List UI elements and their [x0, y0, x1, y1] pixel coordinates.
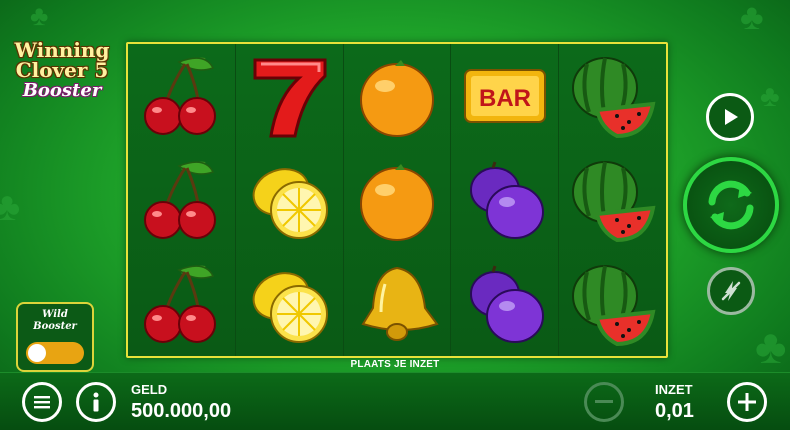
plus-icon — [738, 393, 756, 411]
lemon-icon — [252, 272, 329, 343]
bet-hint-text: PLAATS JE INZET — [350, 359, 440, 370]
orange-icon — [359, 60, 434, 137]
wild-booster-toggle[interactable] — [26, 342, 84, 364]
reel-symbol — [559, 252, 666, 356]
watermelon-icon — [571, 265, 656, 347]
minus-icon — [595, 400, 613, 403]
wild-booster-label-line-2: Booster — [33, 321, 77, 332]
balance-label: GELD — [131, 382, 168, 397]
reel-grid: BAR — [126, 42, 668, 358]
logo-line-1: Winning — [14, 38, 110, 62]
reel-symbol — [344, 44, 451, 148]
logo-line-3: Booster — [22, 80, 102, 101]
info-button[interactable] — [76, 382, 116, 422]
plum-icon — [469, 161, 544, 239]
reel-symbol — [344, 148, 451, 252]
play-icon — [725, 109, 738, 125]
autoplay-button[interactable] — [706, 93, 754, 141]
bar-icon: BAR — [463, 69, 546, 123]
watermelon-icon — [571, 161, 656, 243]
reel-symbol — [128, 44, 235, 148]
seven-icon — [253, 58, 327, 138]
wild-booster-panel: Wild Booster — [16, 302, 94, 372]
clover-decoration-icon: ♣ — [760, 80, 780, 113]
bet-value: 0,01 — [655, 400, 694, 422]
logo-line-2: Clover 5 — [15, 58, 109, 82]
watermelon-icon — [571, 57, 656, 139]
clover-decoration-icon: ♣ — [755, 321, 787, 374]
cherry-icon — [144, 265, 217, 343]
reel-symbol — [236, 148, 343, 252]
reel-symbol — [128, 252, 235, 356]
reel-5 — [559, 44, 666, 356]
reel-symbol: BAR — [451, 44, 558, 148]
reel-symbol — [451, 252, 558, 356]
balance-value: 500.000,00 — [131, 400, 232, 422]
reel-symbol — [559, 148, 666, 252]
menu-button[interactable] — [22, 382, 62, 422]
toggle-knob — [28, 344, 46, 362]
bet-label: INZET — [655, 382, 693, 397]
bell-icon — [361, 266, 439, 341]
wild-booster-label: Wild Booster — [18, 309, 92, 333]
orange-icon — [359, 164, 434, 241]
lemon-icon — [252, 168, 329, 239]
cherry-icon — [144, 161, 217, 239]
svg-text:BAR: BAR — [479, 85, 531, 112]
reel-1 — [128, 44, 236, 356]
reel-4: BAR — [451, 44, 560, 356]
reel-2 — [236, 44, 344, 356]
reel-symbol — [451, 148, 558, 252]
spin-button[interactable] — [683, 157, 779, 253]
clover-decoration-icon: ♣ — [30, 0, 49, 31]
game-logo: Winning Clover 5 Booster — [6, 40, 118, 120]
plum-icon — [469, 265, 544, 343]
bottom-bar: GELD 500.000,00 INZET 0,01 — [0, 372, 790, 430]
spin-refresh-icon — [708, 180, 754, 230]
reel-symbol — [236, 44, 343, 148]
clover-decoration-icon: ♣ — [0, 185, 21, 229]
hamburger-menu-icon — [34, 396, 50, 409]
wild-booster-label-line-1: Wild — [42, 309, 68, 320]
info-icon — [93, 392, 99, 412]
clover-decoration-icon: ♣ — [740, 0, 764, 37]
cherry-icon — [144, 57, 217, 135]
reel-symbol — [344, 252, 451, 356]
reel-symbol — [559, 44, 666, 148]
reel-symbol — [236, 252, 343, 356]
reel-symbol — [128, 148, 235, 252]
turbo-button[interactable] — [707, 267, 755, 315]
decrease-bet-button[interactable] — [584, 382, 624, 422]
lightning-disabled-icon — [721, 281, 741, 301]
increase-bet-button[interactable] — [727, 382, 767, 422]
reel-3 — [344, 44, 452, 356]
